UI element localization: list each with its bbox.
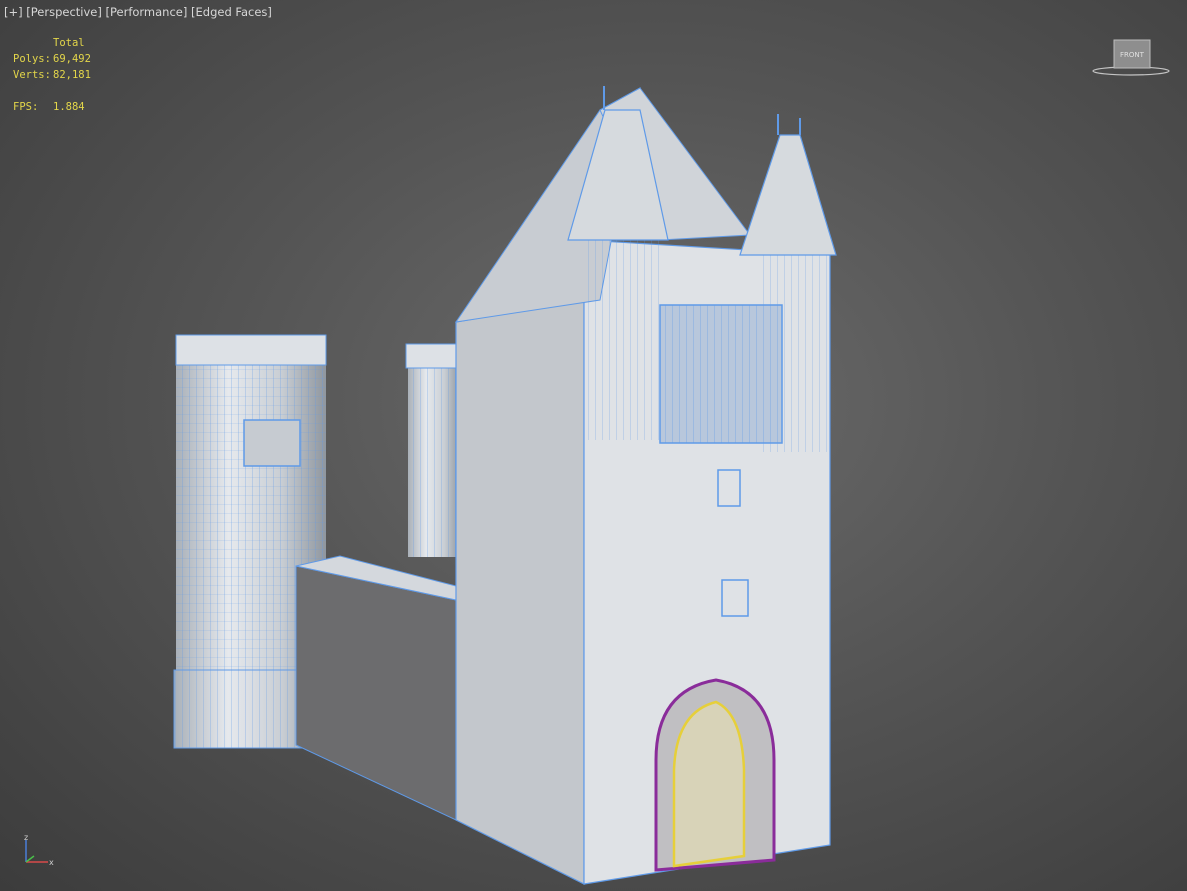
right-turret[interactable] <box>739 114 837 256</box>
castle-model[interactable] <box>0 0 1187 891</box>
middle-round-tower[interactable] <box>405 343 463 557</box>
gate-door[interactable] <box>672 700 746 868</box>
curtain-wall[interactable] <box>295 555 457 821</box>
perspective-viewport[interactable]: [+] [Perspective] [Performance] [Edged F… <box>0 0 1187 891</box>
gate-arch[interactable] <box>654 678 776 872</box>
